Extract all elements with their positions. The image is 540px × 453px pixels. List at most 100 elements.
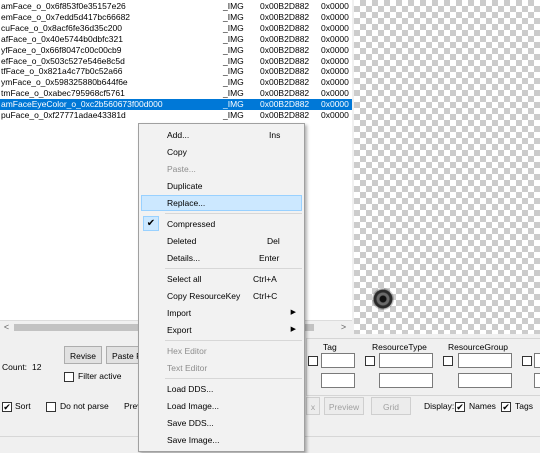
menu-item-label: Paste... [167, 164, 196, 174]
tag-filter-input[interactable] [321, 353, 355, 368]
menu-item-label: Save Image... [167, 435, 220, 445]
menu-item-paste[interactable]: Paste... [141, 161, 302, 177]
resource-type-checkbox[interactable] [365, 356, 375, 366]
menu-item-label: Copy [167, 147, 187, 157]
list-item[interactable]: ymFace_o_0x598325880b644f6e _IMG 0x00B2D88… [0, 77, 352, 88]
menu-item-label: Load Image... [167, 401, 219, 411]
menu-item-label: Save DDS... [167, 418, 214, 428]
list-item[interactable]: emFace_o_0x7edd5d417bc66682 _IMG 0x00B2D88… [0, 12, 352, 23]
menu-item-hex-editor[interactable]: Hex Editor [141, 343, 302, 359]
list-item[interactable]: tmFace_o_0xabec795968cf5761 _IMG 0x00B2D88… [0, 88, 352, 99]
check-icon: ✔ [3, 402, 11, 412]
do-not-parse-checkbox[interactable] [46, 402, 56, 412]
submenu-arrow-icon: ▶ [290, 326, 296, 333]
menu-item-save-image[interactable]: Save Image... [141, 432, 302, 448]
grid-button[interactable]: Grid [371, 397, 411, 415]
resource-tag: _IMG [223, 11, 244, 22]
resource-group-input[interactable] [458, 353, 512, 368]
list-item[interactable]: afFace_o_0x40e5744b0dbfc321 _IMG 0x00B2D88… [0, 34, 352, 45]
resource-name: cuFace_o_0x8acf6fe36d35c200 [1, 22, 122, 33]
scroll-left-arrow-icon[interactable]: < [0, 321, 13, 334]
resource-group: 0x0000 [321, 44, 349, 55]
resource-type: 0x00B2D882 [260, 77, 310, 88]
menu-item-add[interactable]: Add... Ins [141, 127, 302, 143]
eye-texture-preview [372, 288, 394, 310]
scroll-right-arrow-icon[interactable]: > [337, 321, 350, 334]
filter-active-label: Filter active [78, 371, 122, 381]
list-item[interactable]: amFace_o_0x6f853f0e35157e26 _IMG 0x00B2D88… [0, 1, 352, 12]
revise-button[interactable]: Revise [64, 346, 102, 364]
menu-separator [165, 268, 302, 269]
tag-label: Tag [323, 342, 337, 352]
menu-item-label: Load DDS... [167, 384, 214, 394]
resource-type: 0x00B2D882 [260, 44, 310, 55]
sort-checkbox[interactable]: ✔ [2, 402, 12, 412]
list-item[interactable]: efFace_o_0x503c527e546e8c5d _IMG 0x00B2D88… [0, 56, 352, 67]
resource-group: 0x0000 [321, 1, 349, 11]
menu-item-copy-resource-key[interactable]: Copy ResourceKey Ctrl+C [141, 288, 302, 304]
resource-tag: _IMG [223, 33, 244, 44]
menu-separator [165, 378, 302, 379]
menu-item-details[interactable]: Details... Enter [141, 250, 302, 266]
menu-item-replace[interactable]: Replace... [141, 195, 302, 211]
menu-item-label: Export [167, 325, 192, 335]
resource-name: amFaceEyeColor_o_0xc2b560673f00d000 [1, 99, 163, 110]
menu-item-compressed[interactable]: ✔ Compressed [141, 216, 302, 232]
clear-filter-button[interactable]: x [306, 397, 320, 415]
tag-filter-checkbox[interactable] [308, 356, 318, 366]
menu-item-label: Select all [167, 274, 202, 284]
resource-type-input[interactable] [379, 353, 433, 368]
menu-item-export[interactable]: Export ▶ [141, 322, 302, 338]
menu-item-duplicate[interactable]: Duplicate [141, 178, 302, 194]
tags-label: Tags [515, 401, 533, 411]
menu-item-save-dds[interactable]: Save DDS... [141, 415, 302, 431]
names-checkbox[interactable]: ✔ [455, 402, 465, 412]
sort-label: Sort [15, 401, 31, 411]
resource-tag: _IMG [223, 88, 244, 99]
menu-item-label: Replace... [167, 198, 206, 208]
menu-item-load-image[interactable]: Load Image... [141, 398, 302, 414]
tags-checkbox[interactable]: ✔ [501, 402, 511, 412]
resource-name: yfFace_o_0x66f8047c00c00cb9 [1, 44, 122, 55]
menu-shortcut: Del [267, 236, 280, 246]
resource-type: 0x00B2D882 [260, 110, 310, 120]
count-label: Count: [2, 362, 28, 372]
display-label: Display: [424, 401, 455, 411]
menu-item-label: Add... [167, 130, 190, 140]
preview-button[interactable]: Preview [324, 397, 364, 415]
resource-name: emFace_o_0x7edd5d417bc66682 [1, 11, 131, 22]
resource-type-mask-input[interactable] [379, 373, 433, 388]
instance-input[interactable] [534, 353, 540, 368]
resource-type: 0x00B2D882 [260, 1, 310, 11]
menu-item-text-editor[interactable]: Text Editor [141, 360, 302, 376]
list-item[interactable]: cuFace_o_0x8acf6fe36d35c200 _IMG 0x00B2D88… [0, 23, 352, 34]
context-menu: Add... Ins Copy Paste... Duplicate Repla… [138, 123, 305, 452]
resource-group: 0x0000 [321, 55, 349, 66]
instance-checkbox[interactable] [522, 356, 532, 366]
resource-group: 0x0000 [321, 66, 349, 77]
list-item[interactable]: yfFace_o_0x66f8047c00c00cb9 _IMG 0x00B2D88… [0, 45, 352, 56]
menu-item-import[interactable]: Import ▶ [141, 305, 302, 321]
tag-mask-input[interactable] [321, 373, 355, 388]
menu-item-copy[interactable]: Copy [141, 144, 302, 160]
resource-type: 0x00B2D882 [260, 33, 310, 44]
list-item[interactable]: tfFace_o_0x821a4c77b0c52a66 _IMG 0x00B2D88… [0, 66, 352, 77]
resource-tag: _IMG [223, 22, 244, 33]
list-item[interactable]: puFace_o_0xf27771adae43381d _IMG 0x00B2D88… [0, 110, 352, 121]
resource-group-label: ResourceGroup [448, 342, 509, 352]
list-item[interactable]: amFaceEyeColor_o_0xc2b560673f00d000 _IMG 0… [0, 99, 352, 110]
resource-group-checkbox[interactable] [443, 356, 453, 366]
filter-active-checkbox[interactable] [64, 372, 74, 382]
menu-item-load-dds[interactable]: Load DDS... [141, 381, 302, 397]
resource-name: amFace_o_0x6f853f0e35157e26 [1, 1, 126, 11]
menu-item-label: Import [167, 308, 192, 318]
resource-group-mask-input[interactable] [458, 373, 512, 388]
instance-mask-input[interactable] [534, 373, 540, 388]
menu-item-label: Compressed [167, 219, 216, 229]
resource-group: 0x0000 [321, 99, 349, 110]
menu-item-deleted[interactable]: Deleted Del [141, 233, 302, 249]
resource-type: 0x00B2D882 [260, 88, 310, 99]
count-value: 12 [32, 362, 42, 372]
menu-item-label: Hex Editor [167, 346, 207, 356]
menu-item-select-all[interactable]: Select all Ctrl+A [141, 271, 302, 287]
